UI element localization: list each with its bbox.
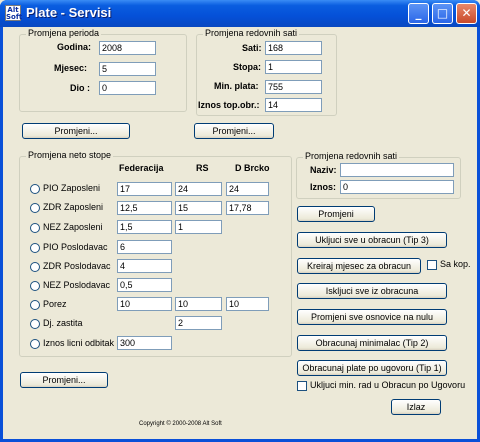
nez-poslodavac-fed[interactable]: 0,5 (117, 278, 172, 292)
obracunaj-ugovoru-button[interactable]: Obracunaj plate po ugovoru (Tip 1) (297, 360, 447, 376)
nez-zaposleni-label: NEZ Zaposleni (43, 222, 103, 232)
radio-nez-zaposleni[interactable] (30, 223, 40, 233)
nez-zaposleni-rs[interactable]: 1 (175, 220, 222, 234)
naziv-input[interactable] (340, 163, 454, 177)
dio-label: Dio : (70, 83, 90, 93)
radio-porez[interactable] (30, 300, 40, 310)
min-rad-label: Ukljuci min. rad u Obracun po Ugovoru (310, 380, 466, 390)
izlaz-button[interactable]: Izlaz (391, 399, 441, 415)
zdr-zaposleni-db[interactable]: 17,78 (226, 201, 269, 215)
naziv-label: Naziv: (310, 165, 337, 175)
godina-input[interactable]: 2008 (99, 41, 156, 55)
maximize-button[interactable]: □ (432, 3, 453, 24)
pio-zaposleni-rs[interactable]: 24 (175, 182, 222, 196)
zdr-zaposleni-fed[interactable]: 12,5 (117, 201, 172, 215)
porez-label: Porez (43, 299, 67, 309)
ukljuci-sve-button[interactable]: Ukljuci sve u obracun (Tip 3) (297, 232, 447, 248)
minimize-button[interactable]: _ (408, 3, 429, 24)
client-area: Promjena perioda Godina: 2008 Mjesec: 5 … (3, 27, 477, 439)
app-icon: Alt Soft (5, 5, 23, 21)
dj-zastita-rs[interactable]: 2 (175, 316, 222, 330)
promjeni-osnovice-button[interactable]: Promjeni sve osnovice na nulu (297, 309, 447, 325)
window-title: Plate - Servisi (26, 5, 112, 20)
iznos-input[interactable]: 0 (340, 180, 454, 194)
hours-promjeni-button[interactable]: Promjeni... (194, 123, 274, 139)
hours-group-title: Promjena redovnih sati (203, 28, 300, 38)
sa-kop-checkbox[interactable] (427, 260, 437, 270)
title-bar[interactable]: Alt Soft Plate - Servisi _ □ ✕ (0, 0, 480, 27)
pio-zaposleni-fed[interactable]: 17 (117, 182, 172, 196)
radio-pio-poslodavac[interactable] (30, 243, 40, 253)
porez-fed[interactable]: 10 (117, 297, 172, 311)
stopa-label: Stopa: (233, 62, 261, 72)
dio-input[interactable]: 0 (99, 81, 156, 95)
period-promjeni-button[interactable]: Promjeni... (22, 123, 130, 139)
radio-zdr-poslodavac[interactable] (30, 262, 40, 272)
col-rs: RS (196, 163, 209, 173)
zdr-poslodavac-label: ZDR Poslodavac (43, 261, 111, 271)
pio-poslodavac-fed[interactable]: 6 (117, 240, 172, 254)
radio-iznos-licni-odbitak[interactable] (30, 339, 40, 349)
col-federacija: Federacija (119, 163, 164, 173)
col-d-brcko: D Brcko (235, 163, 270, 173)
copyright-text: Copyright © 2000-2008 Alt Soft (139, 421, 222, 427)
neto-group-title: Promjena neto stope (26, 150, 114, 160)
porez-rs[interactable]: 10 (175, 297, 222, 311)
iskljuci-sve-button[interactable]: Iskljuci sve iz obracuna (297, 283, 447, 299)
iznos-top-label: Iznos top.obr.: (198, 100, 260, 110)
min-plata-label: Min. plata: (214, 81, 259, 91)
godina-label: Godina: (57, 42, 91, 52)
mjesec-label: Mjesec: (54, 63, 88, 73)
hours2-group-title: Promjena redovnih sati (303, 151, 400, 161)
porez-db[interactable]: 10 (226, 297, 269, 311)
promjeni-button[interactable]: Promjeni (297, 206, 375, 222)
sati-input[interactable]: 168 (265, 41, 322, 55)
pio-zaposleni-label: PIO Zaposleni (43, 183, 101, 193)
radio-nez-poslodavac[interactable] (30, 281, 40, 291)
radio-zdr-zaposleni[interactable] (30, 203, 40, 213)
stopa-input[interactable]: 1 (265, 60, 322, 74)
period-group-title: Promjena perioda (26, 28, 102, 38)
dj-zastita-label: Dj. zastita (43, 318, 83, 328)
nez-zaposleni-fed[interactable]: 1,5 (117, 220, 172, 234)
close-button[interactable]: ✕ (456, 3, 477, 24)
min-rad-checkbox[interactable] (297, 381, 307, 391)
mjesec-input[interactable]: 5 (99, 62, 156, 76)
sati-label: Sati: (242, 43, 262, 53)
obracunaj-minimalac-button[interactable]: Obracunaj minimalac (Tip 2) (297, 335, 447, 351)
neto-promjeni-button[interactable]: Promjeni... (20, 372, 108, 388)
min-plata-input[interactable]: 755 (265, 80, 322, 94)
iznos-licni-odbitak-fed[interactable]: 300 (117, 336, 172, 350)
kreiraj-mjesec-button[interactable]: Kreiraj mjesec za obracun (297, 258, 421, 274)
zdr-zaposleni-label: ZDR Zaposleni (43, 202, 104, 212)
app-window: Alt Soft Plate - Servisi _ □ ✕ Promjena … (0, 0, 480, 442)
pio-poslodavac-label: PIO Poslodavac (43, 242, 108, 252)
iznos-top-input[interactable]: 14 (265, 98, 322, 112)
radio-dj-zastita[interactable] (30, 319, 40, 329)
iznos-licni-odbitak-label: Iznos licni odbitak (43, 338, 115, 348)
nez-poslodavac-label: NEZ Poslodavac (43, 280, 111, 290)
radio-pio-zaposleni[interactable] (30, 184, 40, 194)
zdr-poslodavac-fed[interactable]: 4 (117, 259, 172, 273)
pio-zaposleni-db[interactable]: 24 (226, 182, 269, 196)
zdr-zaposleni-rs[interactable]: 15 (175, 201, 222, 215)
sa-kop-label: Sa kop. (440, 259, 471, 269)
iznos-label: Iznos: (310, 182, 336, 192)
